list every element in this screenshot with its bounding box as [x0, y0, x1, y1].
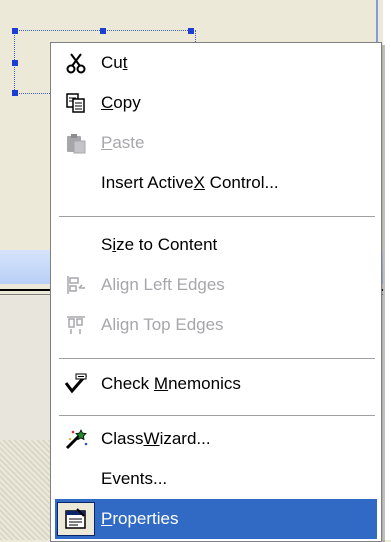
menu-item-align-top-edges[interactable]: Align Top Edges [55, 305, 377, 345]
menu-item-label: Check Mnemonics [101, 374, 241, 393]
menu-item-label: ClassWizard... [101, 429, 211, 448]
checkmark-icon [55, 364, 97, 404]
paste-icon [55, 123, 97, 163]
scissors-icon [55, 43, 97, 83]
menu-item-copy[interactable]: Copy [55, 83, 377, 123]
menu-item-label: Events... [101, 469, 168, 488]
editor-hatch-area [0, 440, 50, 540]
align-top-icon [55, 305, 97, 345]
menu-item-check-mnemonics[interactable]: Check Mnemonics [55, 364, 377, 404]
resize-handle[interactable] [188, 28, 194, 34]
resize-handle[interactable] [12, 90, 18, 96]
menu-item-events[interactable]: Events... [55, 459, 377, 499]
menu-item-label: Align Left Edges [101, 275, 225, 294]
context-menu: Cut Copy Paste Insert ActiveX Control...… [50, 42, 382, 542]
menu-icon-spacer [55, 459, 97, 499]
menu-separator [59, 216, 375, 217]
menu-item-label: Cut [101, 53, 128, 72]
align-left-icon [55, 265, 97, 305]
menu-item-label: Paste [101, 133, 145, 152]
menu-item-label: Size to Content [101, 235, 218, 254]
menu-item-label: Align Top Edges [101, 315, 224, 334]
resize-handle[interactable] [12, 28, 18, 34]
menu-item-properties[interactable]: Properties [55, 499, 377, 539]
menu-item-classwizard[interactable]: ClassWizard... [55, 419, 377, 459]
resize-handle[interactable] [12, 60, 18, 66]
properties-icon [57, 502, 95, 536]
menu-item-align-left-edges[interactable]: Align Left Edges [55, 265, 377, 305]
menu-separator [59, 358, 375, 359]
menu-item-cut[interactable]: Cut [55, 43, 377, 83]
wizard-wand-icon [55, 419, 97, 459]
editor-right-edge [383, 0, 391, 540]
menu-item-label: Copy [101, 93, 141, 112]
menu-item-paste[interactable]: Paste [55, 123, 377, 163]
menu-separator [59, 415, 375, 416]
editor-guide-line [376, 0, 378, 42]
menu-item-label: Properties [101, 509, 179, 528]
menu-icon-spacer [55, 225, 97, 265]
resize-handle[interactable] [100, 28, 106, 34]
menu-icon-spacer [55, 163, 97, 203]
menu-item-label: Insert ActiveX Control... [101, 173, 279, 192]
menu-item-size-to-content[interactable]: Size to Content [55, 225, 377, 265]
copy-icon [55, 83, 97, 123]
menu-item-insert-activex-control[interactable]: Insert ActiveX Control... [55, 163, 377, 203]
